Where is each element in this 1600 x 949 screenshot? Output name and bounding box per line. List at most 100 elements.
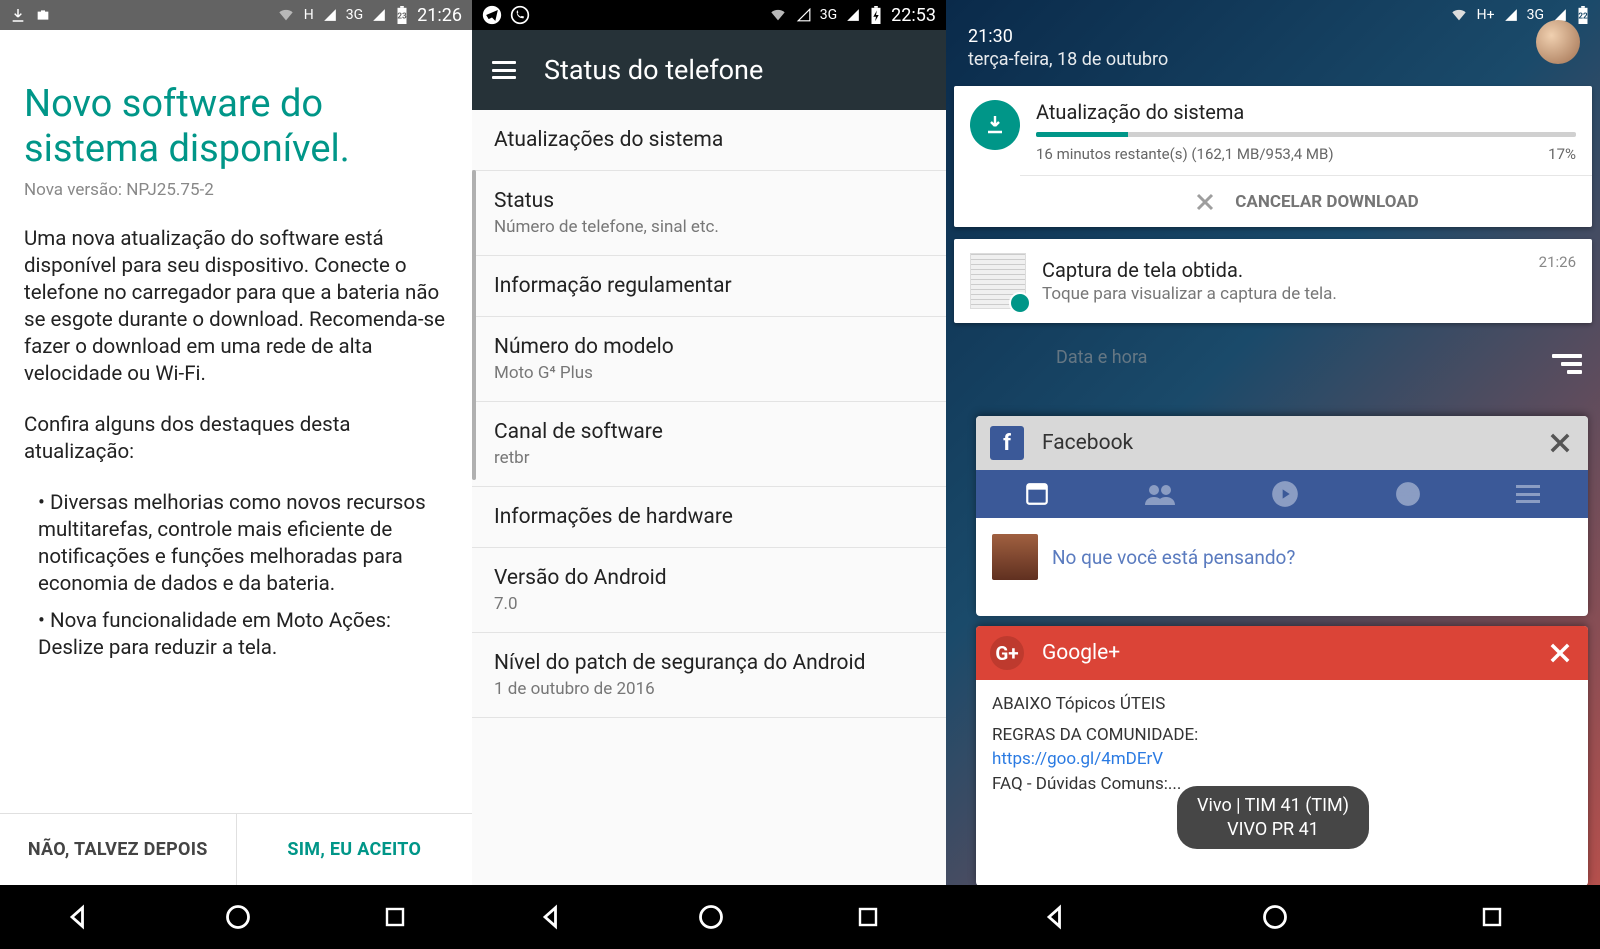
- update-desc-2: Confira alguns dos destaques desta atual…: [24, 412, 448, 466]
- nav-home-icon[interactable]: [697, 903, 725, 931]
- accept-button[interactable]: SIM, EU ACEITO: [237, 814, 473, 885]
- facebook-composer[interactable]: No que você está pensando?: [976, 518, 1588, 596]
- menu-icon[interactable]: [492, 61, 516, 79]
- notif-time: 21:26: [1539, 253, 1576, 271]
- globe-icon[interactable]: [1395, 481, 1421, 507]
- nav-recents-icon[interactable]: [856, 905, 880, 929]
- signal-icon: [1503, 8, 1519, 22]
- bg-setting-peek: Data e hora: [1056, 347, 1600, 368]
- nav-bar: [0, 885, 472, 949]
- settings-list[interactable]: Atualizações do sistema StatusNúmero de t…: [472, 110, 946, 885]
- setting-item[interactable]: Informações de hardware: [472, 487, 946, 548]
- feed-icon[interactable]: [1024, 481, 1050, 507]
- briefcase-icon: [34, 7, 52, 23]
- clock: 21:26: [417, 5, 462, 26]
- progress-text: 16 minutos restante(s) (162,1 MB/953,4 M…: [1036, 145, 1334, 163]
- telegram-icon: [482, 5, 502, 25]
- whatsapp-icon: [510, 5, 530, 25]
- setting-title: Número do modelo: [494, 335, 924, 359]
- close-icon[interactable]: [1546, 429, 1574, 457]
- signal-label: 3G: [820, 7, 837, 23]
- notification-screenshot[interactable]: Captura de tela obtida. Toque para visua…: [954, 239, 1592, 323]
- gp-line2: REGRAS DA COMUNIDADE:: [992, 723, 1572, 748]
- cancel-download-button[interactable]: CANCELAR DOWNLOAD: [1020, 175, 1592, 227]
- profile-avatar[interactable]: [1536, 20, 1580, 64]
- notif-title: Atualização do sistema: [1036, 100, 1576, 124]
- download-icon: [970, 100, 1020, 150]
- signal-icon: [845, 8, 861, 22]
- setting-title: Informações de hardware: [494, 505, 924, 529]
- setting-item[interactable]: Canal de software retbr: [472, 402, 946, 487]
- nav-back-icon[interactable]: [538, 903, 566, 931]
- recent-app-name: Google+: [1042, 641, 1120, 665]
- decline-button[interactable]: NÃO, TALVEZ DEPOIS: [0, 814, 237, 885]
- video-icon[interactable]: [1271, 480, 1299, 508]
- nav-home-icon[interactable]: [224, 903, 252, 931]
- signal-label: 3G: [1527, 7, 1544, 23]
- shade-drag-handle[interactable]: [1552, 354, 1582, 376]
- wifi-icon: [1449, 7, 1469, 23]
- nav-home-icon[interactable]: [1261, 903, 1289, 931]
- setting-title: Nível do patch de segurança do Android: [494, 651, 924, 675]
- setting-title: Canal de software: [494, 420, 924, 444]
- battery-icon: 22: [1576, 6, 1590, 24]
- composer-prompt: No que você está pensando?: [1052, 546, 1295, 569]
- nav-recents-icon[interactable]: [1480, 905, 1504, 929]
- net-mode: H+: [1477, 7, 1495, 23]
- menu-icon[interactable]: [1516, 485, 1540, 503]
- signal-empty-icon: [796, 8, 812, 22]
- recent-header: f Facebook: [976, 416, 1588, 470]
- notification-system-update[interactable]: Atualização do sistema 16 minutos restan…: [954, 86, 1592, 227]
- nav-back-icon[interactable]: [65, 903, 93, 931]
- carrier-line1: Vivo | TIM 41 (TIM): [1197, 794, 1349, 817]
- facebook-icon: f: [990, 426, 1024, 460]
- setting-item[interactable]: Informação regulamentar: [472, 256, 946, 317]
- setting-subtitle: retbr: [494, 448, 924, 468]
- recents-overview: f Facebook No que você está pensando? G+…: [976, 416, 1588, 949]
- status-bar: 3G 22:53: [472, 0, 946, 30]
- setting-item[interactable]: Atualizações do sistema: [472, 110, 946, 171]
- nav-recents-icon[interactable]: [383, 905, 407, 929]
- panel-system-update: H 3G 23 21:26 Novo software do sistema d…: [0, 0, 472, 949]
- gp-link[interactable]: https://goo.gl/4mDErV: [992, 747, 1572, 772]
- setting-title: Informação regulamentar: [494, 274, 924, 298]
- progress-percent: 17%: [1548, 145, 1576, 163]
- progress-bar: [1036, 132, 1576, 137]
- svg-text:22: 22: [1578, 11, 1588, 21]
- feature-bullet-1: • Diversas melhorias como novos recursos…: [24, 490, 448, 598]
- scrollbar[interactable]: [472, 170, 476, 480]
- feature-bullet-2: • Nova funcionalidade em Moto Ações: Des…: [24, 608, 448, 662]
- gp-line1: ABAIXO Tópicos ÚTEIS: [992, 692, 1572, 717]
- nav-bar: [946, 885, 1600, 949]
- recent-header: G+ Google+: [976, 626, 1588, 680]
- cancel-label: CANCELAR DOWNLOAD: [1235, 192, 1418, 212]
- close-icon[interactable]: [1546, 639, 1574, 667]
- carrier-tooltip: Vivo | TIM 41 (TIM) VIVO PR 41: [1177, 786, 1369, 849]
- update-title: Novo software do sistema disponível.: [24, 82, 448, 172]
- signal-icon-2: [371, 8, 387, 22]
- download-icon: [10, 7, 26, 23]
- battery-icon: 23: [395, 6, 409, 24]
- setting-subtitle: Moto G⁴ Plus: [494, 363, 924, 383]
- setting-item[interactable]: StatusNúmero de telefone, sinal etc.: [472, 171, 946, 256]
- user-avatar: [992, 534, 1038, 580]
- status-bar: H+ 3G 22: [946, 0, 1600, 30]
- action-bar: NÃO, TALVEZ DEPOIS SIM, EU ACEITO: [0, 813, 472, 885]
- friends-icon[interactable]: [1145, 483, 1175, 505]
- net-mode: H: [304, 7, 314, 23]
- setting-item[interactable]: Versão do Android7.0: [472, 548, 946, 633]
- setting-title: Status: [494, 189, 924, 213]
- setting-item[interactable]: Número do modelo Moto G⁴ Plus: [472, 317, 946, 402]
- setting-title: Atualizações do sistema: [494, 128, 924, 152]
- setting-item[interactable]: Nível do patch de segurança do Android1 …: [472, 633, 946, 718]
- wifi-icon: [276, 7, 296, 23]
- notif-title: Captura de tela obtida.: [1042, 258, 1337, 282]
- signal-icon: [322, 8, 338, 22]
- version-line: Nova versão: NPJ25.75-2: [24, 180, 448, 200]
- battery-charging-icon: [869, 6, 883, 24]
- setting-subtitle: 7.0: [494, 594, 924, 614]
- nav-back-icon[interactable]: [1042, 903, 1070, 931]
- wifi-icon: [768, 7, 788, 23]
- panel-notification-shade: H+ 3G 22 21:30 terça-feira, 18 de outubr…: [946, 0, 1600, 949]
- recent-card-facebook[interactable]: f Facebook No que você está pensando?: [976, 416, 1588, 616]
